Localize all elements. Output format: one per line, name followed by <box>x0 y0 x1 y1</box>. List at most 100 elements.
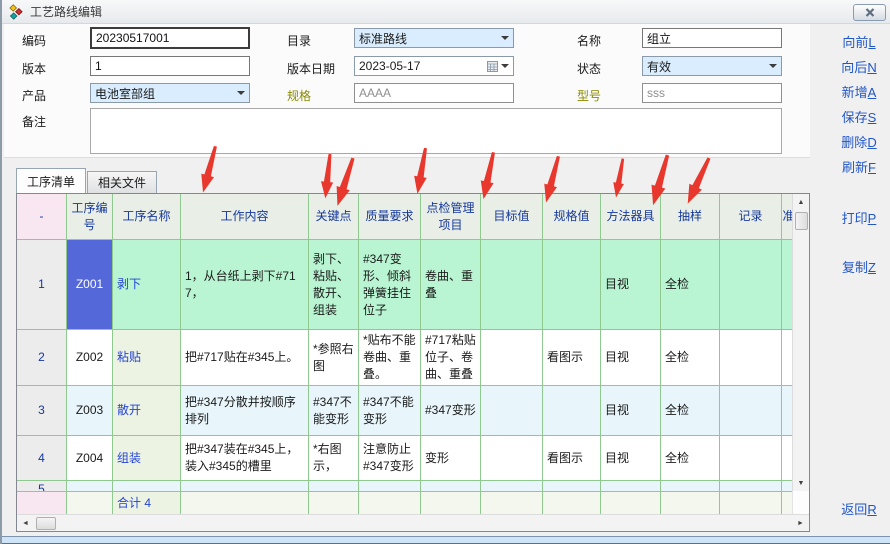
grid-header-cell[interactable]: 准 <box>782 194 792 239</box>
grid-cell[interactable] <box>782 386 792 435</box>
grid-cell[interactable]: 全检 <box>661 240 720 329</box>
grid-header-cell[interactable]: 工序编号 <box>67 194 113 239</box>
grid-header-cell[interactable]: 质量要求 <box>359 194 421 239</box>
grid-header-cell[interactable]: 目标值 <box>481 194 543 239</box>
grid-cell[interactable]: 1 <box>17 240 67 329</box>
model-input[interactable] <box>642 83 782 103</box>
scroll-up-icon[interactable]: ▲ <box>793 194 810 210</box>
grid-cell[interactable] <box>359 481 421 491</box>
grid-cell[interactable] <box>720 481 782 491</box>
grid-header-cell[interactable]: 规格值 <box>543 194 601 239</box>
grid-cell[interactable]: 粘贴 <box>113 330 181 385</box>
tab-process-list[interactable]: 工序清单 <box>16 168 86 193</box>
grid-header-cell[interactable]: 记录 <box>720 194 782 239</box>
grid-cell[interactable]: *参照右图 <box>309 330 359 385</box>
grid-cell[interactable]: 目视 <box>601 386 661 435</box>
prev-button[interactable]: 向前L <box>828 32 890 51</box>
grid-header-cell[interactable]: - <box>17 194 67 239</box>
horizontal-scroll-thumb[interactable] <box>36 517 56 530</box>
horizontal-scrollbar[interactable]: ◄ ► <box>17 514 809 531</box>
grid-cell[interactable] <box>782 436 792 480</box>
add-button[interactable]: 新增A <box>828 82 890 101</box>
remark-textarea[interactable] <box>90 108 782 154</box>
grid-cell[interactable]: 目视 <box>601 436 661 480</box>
grid-cell[interactable]: 剥下、粘贴、散开、组装 <box>309 240 359 329</box>
grid-cell[interactable] <box>359 492 421 515</box>
grid-cell[interactable] <box>543 240 601 329</box>
refresh-button[interactable]: 刷新F <box>828 157 890 176</box>
grid-cell[interactable] <box>720 330 782 385</box>
grid-cell[interactable] <box>309 481 359 491</box>
grid-cell[interactable] <box>661 492 720 515</box>
grid-cell[interactable]: 卷曲、重叠 <box>421 240 481 329</box>
grid-cell[interactable]: #717粘贴位子、卷曲、重叠 <box>421 330 481 385</box>
grid-cell[interactable] <box>421 481 481 491</box>
grid-cell[interactable]: #347变形、倾斜弹簧挂住位子 <box>359 240 421 329</box>
grid-header-cell[interactable]: 方法器具 <box>601 194 661 239</box>
grid-cell[interactable] <box>481 386 543 435</box>
scroll-down-icon[interactable]: ▼ <box>793 475 810 491</box>
next-button[interactable]: 向后N <box>828 57 890 76</box>
status-select[interactable]: 有效 <box>642 56 782 76</box>
vertical-scroll-thumb[interactable] <box>795 212 808 230</box>
grid-cell[interactable]: #347不能变形 <box>309 386 359 435</box>
grid-cell[interactable] <box>720 492 782 515</box>
grid-cell[interactable] <box>481 436 543 480</box>
grid-cell[interactable]: #347不能变形 <box>359 386 421 435</box>
grid-cell[interactable]: 4 <box>17 436 67 480</box>
grid-cell[interactable] <box>181 481 309 491</box>
grid-cell[interactable]: 1，从台纸上剥下#717， <box>181 240 309 329</box>
product-select[interactable]: 电池室部组 <box>90 83 250 103</box>
grid-cell[interactable] <box>601 481 661 491</box>
spec-input[interactable] <box>354 83 514 103</box>
grid-cell[interactable]: *右图示， <box>309 436 359 480</box>
close-button[interactable] <box>853 4 886 21</box>
grid-header-cell[interactable]: 工作内容 <box>181 194 309 239</box>
grid-cell[interactable] <box>17 492 67 515</box>
grid-cell[interactable]: 全检 <box>661 330 720 385</box>
grid-cell[interactable] <box>543 386 601 435</box>
grid-cell[interactable]: 目视 <box>601 330 661 385</box>
grid-cell[interactable] <box>113 481 181 491</box>
grid-cell[interactable]: 目视 <box>601 240 661 329</box>
grid-cell[interactable]: 看图示 <box>543 330 601 385</box>
grid-cell[interactable] <box>481 492 543 515</box>
grid-cell[interactable]: Z003 <box>67 386 113 435</box>
grid-cell[interactable]: 2 <box>17 330 67 385</box>
grid-cell[interactable]: 散开 <box>113 386 181 435</box>
grid-cell[interactable] <box>661 481 720 491</box>
catalog-select[interactable]: 标准路线 <box>354 28 514 48</box>
grid-cell[interactable] <box>720 386 782 435</box>
name-input[interactable] <box>642 28 782 48</box>
grid-cell[interactable]: 全检 <box>661 386 720 435</box>
grid-cell[interactable]: 剥下 <box>113 240 181 329</box>
code-input[interactable] <box>90 27 250 49</box>
grid-cell[interactable]: 注意防止#347变形 <box>359 436 421 480</box>
grid-cell[interactable] <box>543 481 601 491</box>
tab-related-files[interactable]: 相关文件 <box>87 171 157 193</box>
grid-header-cell[interactable]: 关键点 <box>309 194 359 239</box>
grid-cell[interactable] <box>67 481 113 491</box>
calendar-icon[interactable] <box>487 61 498 72</box>
scroll-right-icon[interactable]: ► <box>792 515 809 531</box>
grid-cell[interactable] <box>481 240 543 329</box>
grid-header-cell[interactable]: 抽样 <box>661 194 720 239</box>
grid-cell[interactable]: 3 <box>17 386 67 435</box>
grid-cell[interactable]: 变形 <box>421 436 481 480</box>
print-button[interactable]: 打印P <box>828 208 890 227</box>
grid-cell[interactable] <box>543 492 601 515</box>
grid-cell[interactable] <box>181 492 309 515</box>
grid-cell[interactable] <box>67 492 113 515</box>
grid-cell[interactable] <box>782 240 792 329</box>
grid-cell[interactable]: 把#717贴在#345上。 <box>181 330 309 385</box>
grid-cell[interactable]: 全检 <box>661 436 720 480</box>
grid-cell[interactable] <box>601 492 661 515</box>
vertical-scrollbar[interactable]: ▲ ▼ <box>792 194 809 491</box>
grid-cell[interactable]: #347变形 <box>421 386 481 435</box>
back-button[interactable]: 返回R <box>828 499 890 518</box>
grid-cell[interactable] <box>782 492 792 515</box>
grid-cell[interactable]: Z001 <box>67 240 113 329</box>
grid-header-cell[interactable]: 点检管理项目 <box>421 194 481 239</box>
grid-cell[interactable] <box>782 481 792 491</box>
grid-cell[interactable]: *贴布不能卷曲、重叠。 <box>359 330 421 385</box>
